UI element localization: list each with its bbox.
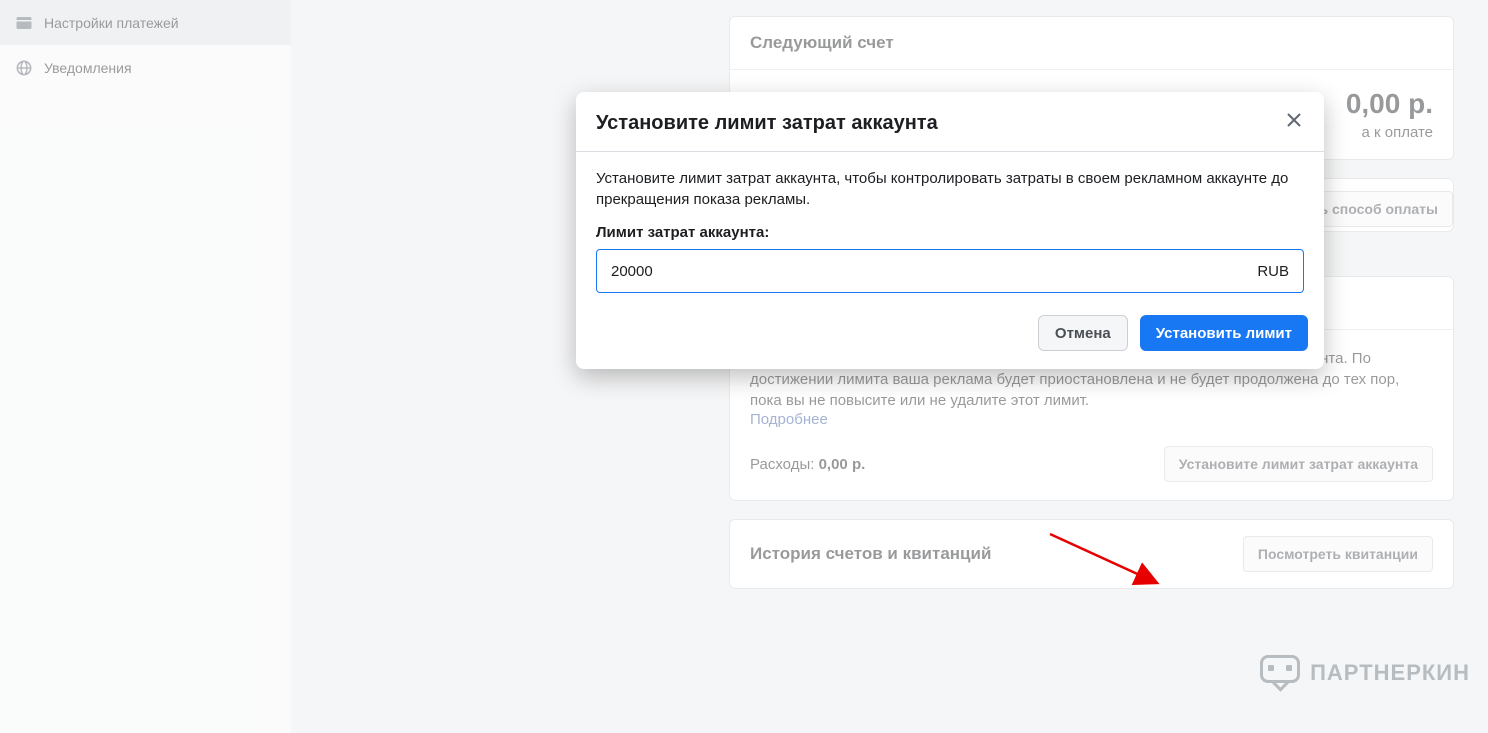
- spend-limit-input-wrap[interactable]: RUB: [596, 249, 1304, 293]
- modal-header: Установите лимит затрат аккаунта: [576, 92, 1324, 151]
- close-icon: [1286, 112, 1302, 133]
- modal-description: Установите лимит затрат аккаунта, чтобы …: [596, 168, 1304, 210]
- modal-close-button[interactable]: [1278, 106, 1310, 138]
- confirm-set-limit-button[interactable]: Установить лимит: [1140, 315, 1308, 351]
- currency-label: RUB: [1257, 263, 1289, 280]
- spend-limit-modal: Установите лимит затрат аккаунта Установ…: [576, 92, 1324, 369]
- spend-limit-input[interactable]: [611, 263, 1257, 280]
- modal-title: Установите лимит затрат аккаунта: [596, 112, 1264, 135]
- modal-input-label: Лимит затрат аккаунта:: [596, 224, 1304, 241]
- cancel-button[interactable]: Отмена: [1038, 315, 1128, 351]
